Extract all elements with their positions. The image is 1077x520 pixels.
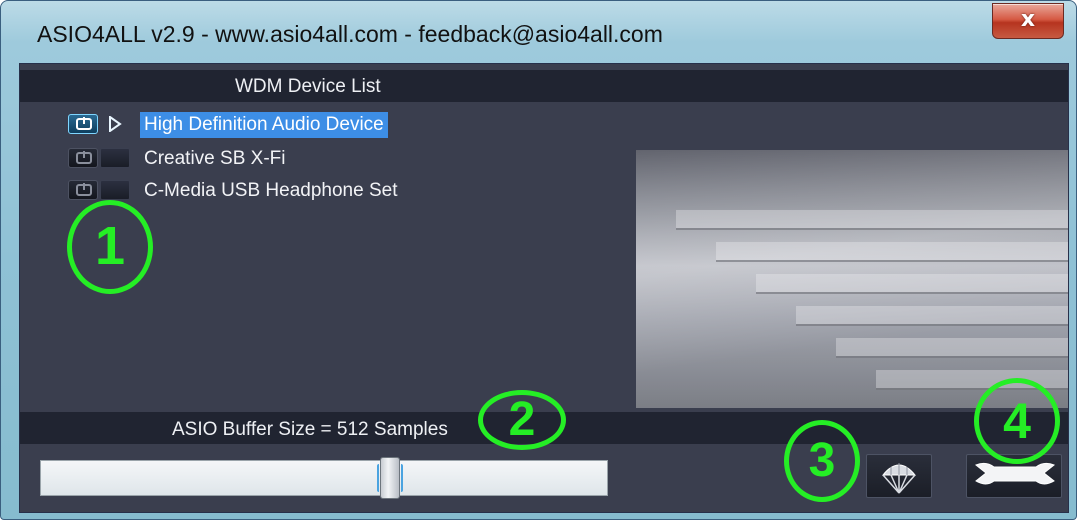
power-icon xyxy=(76,151,92,164)
piano-key-highlight xyxy=(756,274,1068,294)
device-label[interactable]: High Definition Audio Device xyxy=(140,112,388,138)
play-arrow-icon xyxy=(109,116,122,132)
device-row-creative-sb-xfi[interactable]: Creative SB X-Fi xyxy=(68,146,488,172)
buffer-size-label: ASIO Buffer Size = 512 Samples xyxy=(172,419,448,440)
close-button[interactable]: x xyxy=(992,3,1064,39)
device-row-cmedia-usb-headphone[interactable]: C-Media USB Headphone Set xyxy=(68,178,488,204)
close-icon: x xyxy=(1020,7,1036,32)
annotation-marker-2: 2 xyxy=(478,390,566,450)
wdm-device-list-header: WDM Device List xyxy=(20,70,1068,102)
parachute-icon xyxy=(881,463,917,494)
piano-keys-image xyxy=(636,150,1068,408)
device-power-toggle[interactable] xyxy=(68,114,98,134)
safe-mode-button[interactable] xyxy=(866,454,932,498)
piano-key-highlight xyxy=(676,210,1068,230)
device-label[interactable]: C-Media USB Headphone Set xyxy=(140,178,401,204)
piano-key-highlight xyxy=(836,338,1068,358)
title-bar[interactable]: ASIO4ALL v2.9 - www.asio4all.com - feedb… xyxy=(1,1,1076,65)
device-power-toggle[interactable] xyxy=(68,148,98,168)
annotation-marker-4: 4 xyxy=(974,378,1060,464)
buffer-size-slider-thumb[interactable] xyxy=(377,457,403,499)
device-row-high-definition-audio[interactable]: High Definition Audio Device xyxy=(68,112,488,138)
buffer-size-slider[interactable] xyxy=(40,457,608,499)
annotation-marker-1: 1 xyxy=(67,200,153,294)
wdm-device-list-title: WDM Device List xyxy=(235,76,381,97)
piano-key-highlight xyxy=(716,242,1068,262)
power-icon xyxy=(76,183,92,196)
device-power-toggle[interactable] xyxy=(68,180,98,200)
device-expand-toggle[interactable] xyxy=(100,148,130,168)
device-expand-toggle[interactable] xyxy=(100,114,130,134)
power-icon xyxy=(76,117,92,130)
annotation-marker-3: 3 xyxy=(784,420,860,502)
window-title: ASIO4ALL v2.9 - www.asio4all.com - feedb… xyxy=(37,21,663,47)
device-expand-toggle[interactable] xyxy=(100,180,130,200)
device-label[interactable]: Creative SB X-Fi xyxy=(140,146,289,172)
piano-key-highlight xyxy=(796,306,1068,326)
